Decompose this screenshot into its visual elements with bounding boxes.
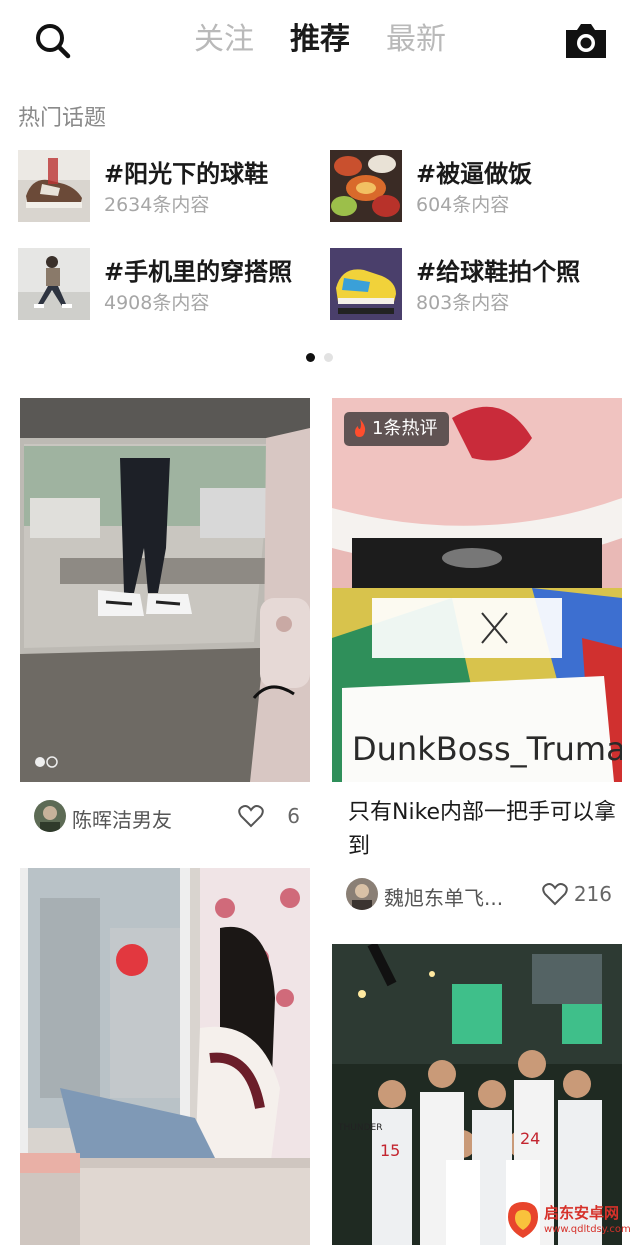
tab-recommend[interactable]: 推荐: [290, 18, 350, 62]
topic-page-indicator: [306, 353, 336, 363]
hot-comment-label: 1条热评: [372, 418, 438, 439]
topic-count: 803条内容: [416, 292, 510, 314]
topic-count: 604条内容: [416, 194, 510, 216]
topic-thumbnail: [18, 248, 90, 320]
heart-icon: [238, 805, 264, 828]
card-photo[interactable]: DunkBoss_Truman 1条热评: [332, 398, 622, 782]
page-dot-active: [306, 353, 315, 362]
fire-icon: [355, 419, 366, 437]
like-count: 216: [573, 882, 612, 906]
card-title[interactable]: 只有Nike内部一把手可以拿到: [348, 796, 618, 864]
avatar[interactable]: [346, 878, 378, 910]
camera-icon[interactable]: [562, 20, 610, 62]
jersey-text: THUNDER: [337, 1123, 382, 1133]
topic-thumbnail: [330, 248, 402, 320]
feed-card[interactable]: [20, 868, 310, 1245]
card-photo[interactable]: [20, 868, 310, 1245]
card-footer: 陈晖洁男友 6: [20, 800, 310, 836]
watermark-text: 启东安卓网: [544, 1204, 620, 1222]
card-footer: 魏旭东单飞... 216: [332, 878, 622, 914]
jersey-number: 24: [520, 1129, 540, 1148]
jersey-number: 15: [380, 1141, 400, 1160]
search-icon[interactable]: [30, 18, 78, 66]
tab-latest[interactable]: 最新: [386, 18, 446, 62]
like-count: 6: [287, 804, 300, 828]
hot-topics-title: 热门话题: [18, 106, 107, 131]
topic-count: 4908条内容: [104, 292, 210, 314]
avatar[interactable]: [34, 800, 66, 832]
topic-name: #阳光下的球鞋: [104, 160, 269, 188]
topic-name: #手机里的穿搭照: [104, 258, 293, 286]
tab-follow[interactable]: 关注: [194, 18, 254, 62]
watermark-logo-icon: [508, 1202, 538, 1238]
page-dot: [324, 353, 333, 362]
topic-item[interactable]: #手机里的穿搭照 4908条内容: [18, 248, 318, 322]
author-name[interactable]: 陈晖洁男友: [72, 804, 172, 833]
feed-card[interactable]: DunkBoss_Truman 1条热评 只有Nike内部一把手可以拿到 魏旭东…: [332, 398, 622, 918]
topic-item[interactable]: #阳光下的球鞋 2634条内容: [18, 150, 318, 224]
topic-thumbnail: [330, 150, 402, 222]
topic-name: #被逼做饭: [416, 160, 533, 188]
topic-item[interactable]: #给球鞋拍个照 803条内容: [330, 248, 630, 322]
topic-name: #给球鞋拍个照: [416, 258, 581, 286]
feed-tabs: 关注 推荐 最新: [0, 18, 640, 64]
feed-card[interactable]: 陈晖洁男友 6: [20, 398, 310, 838]
topic-count: 2634条内容: [104, 194, 210, 216]
card-photo[interactable]: [20, 398, 310, 782]
heart-icon: [542, 883, 568, 906]
watermark-url: www.qdltdsy.com: [544, 1224, 631, 1235]
like-button[interactable]: 6: [220, 802, 300, 832]
like-button[interactable]: 216: [522, 880, 612, 910]
topic-item[interactable]: #被逼做饭 604条内容: [330, 150, 630, 224]
top-bar: 关注 推荐 最新: [0, 0, 640, 82]
watermark: 启东安卓网 www.qdltdsy.com: [500, 1196, 640, 1245]
topic-thumbnail: [18, 150, 90, 222]
author-name[interactable]: 魏旭东单飞...: [384, 882, 503, 911]
hot-comment-badge: 1条热评: [344, 412, 450, 446]
photo-handwriting: DunkBoss_Truman: [352, 730, 622, 768]
